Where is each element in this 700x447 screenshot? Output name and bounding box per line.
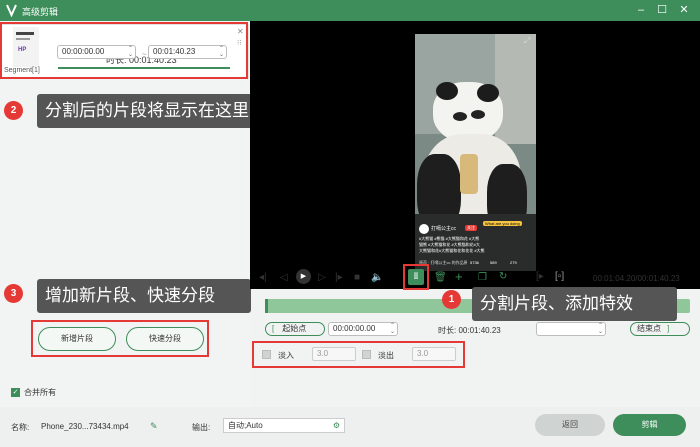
follow-badge: 关注 xyxy=(465,225,477,231)
check-icon: ✓ xyxy=(11,388,20,398)
title-bar: 高级剪辑 – ☐ ✕ xyxy=(0,0,700,21)
forward-icon[interactable]: ▷ xyxy=(318,272,326,283)
avatar xyxy=(419,224,429,234)
quick-split-button[interactable]: 快速分段 xyxy=(126,327,204,351)
delete-icon[interactable]: 🗑 xyxy=(434,272,447,283)
output-label: 输出: xyxy=(192,423,211,432)
window-title: 高级剪辑 xyxy=(22,7,59,17)
segment-label: Segment[1] xyxy=(4,67,40,74)
video-comments: 589 xyxy=(490,260,497,265)
settings-icon[interactable]: ⚙ xyxy=(333,419,340,432)
trim-duration-label: 时长: 00:01:40.23 xyxy=(438,326,501,335)
segment-drag-icon[interactable]: ⁝⁝ xyxy=(237,39,241,47)
segment-end-time[interactable]: 00:01:40.23 ⌃ ⌄ xyxy=(148,45,227,59)
end-point-time[interactable]: ⌃ ⌄ xyxy=(536,322,606,336)
annotation-number-1: 1 xyxy=(442,290,461,309)
range-separator: ~ xyxy=(142,50,147,59)
annotation-tip-1: 分割片段、添加特效 xyxy=(472,287,677,321)
annotation-tip-3: 增加新片段、快速分段 xyxy=(37,279,251,313)
fade-in-checkbox[interactable] xyxy=(262,350,271,359)
start-point-button[interactable]: [起始点 xyxy=(265,322,325,336)
add-icon[interactable]: + xyxy=(455,269,463,284)
timeline-left-handle[interactable] xyxy=(265,299,268,313)
video-caption-3: 大熊猫和花#大熊猫和花和花花 #大熊 xyxy=(419,248,485,253)
merge-all-checkbox[interactable]: ✓ 合并所有 xyxy=(11,387,56,398)
minimize-icon[interactable]: – xyxy=(634,3,648,17)
video-likes: 5736 xyxy=(470,260,479,265)
stop-icon[interactable]: ■ xyxy=(354,272,360,283)
segment-thumbnail: HP xyxy=(4,27,50,67)
start-point-time[interactable]: 00:00:00.00 ⌃ ⌄ xyxy=(328,322,398,336)
video-sticker: What are you doing xyxy=(483,221,522,226)
edit-button[interactable]: 剪辑 xyxy=(613,414,686,436)
end-point-button[interactable]: 结束点] xyxy=(630,322,690,336)
prev-frame-icon[interactable]: ◂| xyxy=(259,272,267,283)
video-channel: 打嗝公主cc xyxy=(431,226,457,232)
fade-out-checkbox[interactable] xyxy=(362,350,371,359)
annotation-number-2: 2 xyxy=(4,101,23,120)
fade-out-label: 淡出 xyxy=(378,351,394,360)
file-name: Phone_230...73434.mp4 xyxy=(41,422,129,431)
fade-out-value[interactable]: 3.0 xyxy=(412,347,456,361)
crop-end-icon[interactable]: [▫] xyxy=(555,271,564,282)
video-shares: 279 xyxy=(510,260,517,265)
segment-close-icon[interactable]: ✕ xyxy=(237,27,244,36)
fade-in-value[interactable]: 3.0 xyxy=(312,347,356,361)
play-icon[interactable]: ▶ xyxy=(296,269,311,284)
fullscreen-icon[interactable]: ⤢ xyxy=(524,36,530,46)
segment-start-time[interactable]: 00:00:00.00 ⌃ ⌄ xyxy=(57,45,136,59)
back-button[interactable]: 返回 xyxy=(535,414,605,436)
video-frame: 打嗝公主cc 关注 What are you doing #大熊猫 #熊猫 #大… xyxy=(415,34,536,271)
split-icon[interactable]: ⫿⫿ xyxy=(408,269,424,285)
crop-start-icon[interactable]: [▸ xyxy=(536,271,544,282)
rotate-icon[interactable]: ↻ xyxy=(499,271,507,282)
video-audio: 原声 · 打嗝公主cc 的作品原声 xyxy=(419,260,467,265)
fade-in-label: 淡入 xyxy=(278,351,294,360)
current-total-time: 00:01:04.20/00:01:40.23 xyxy=(593,274,680,283)
rename-icon[interactable]: ✎ xyxy=(150,421,158,432)
app-logo-icon xyxy=(6,4,17,17)
segment-progress xyxy=(58,67,230,69)
thumb-text: HP xyxy=(18,47,27,53)
next-frame-icon[interactable]: |▸ xyxy=(335,272,343,283)
add-segment-button[interactable]: 新增片段 xyxy=(38,327,116,351)
maximize-icon[interactable]: ☐ xyxy=(655,3,669,17)
rewind-icon[interactable]: ◁ xyxy=(280,272,288,283)
output-select[interactable]: 自动;Auto ⚙ xyxy=(223,418,345,433)
annotation-number-3: 3 xyxy=(4,284,23,303)
name-label: 名称: xyxy=(11,423,30,432)
volume-icon[interactable]: 🔈 xyxy=(371,272,383,283)
close-icon[interactable]: ✕ xyxy=(677,3,691,17)
copy-icon[interactable]: ❐ xyxy=(478,272,487,283)
